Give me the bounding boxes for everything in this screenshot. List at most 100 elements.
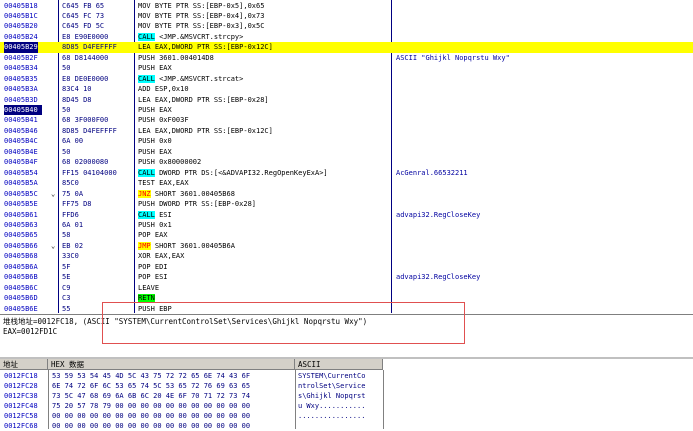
dump-address: 0012FC48 [4,402,38,410]
disasm-row[interactable]: 00405B5A 85C0 TEST EAX,EAX [0,178,693,188]
dump-address: 0012FC38 [4,392,38,400]
instruction-address: 00405B4E [4,147,38,156]
instruction-mnemonic: CALL [138,32,155,41]
column-header-hex[interactable]: HEX 数据 [48,359,295,370]
disasm-row[interactable]: 00405B6B 5E POP ESI advapi32.RegCloseKey [0,272,693,282]
disasm-row[interactable]: 00405B4E 50 PUSH EAX [0,147,693,157]
instruction-address: 00405B3D [4,95,38,104]
disasm-row[interactable]: 00405B20 C645 FD 5C MOV BYTE PTR SS:[EBP-0… [0,21,693,31]
instruction-text: PUSH 0xF003F [138,115,189,125]
instruction-bytes: 5E [62,273,71,282]
disasm-row[interactable]: 00405B5C ⌄ 75 0A JNZ SHORT 3601.00405B68 [0,189,693,199]
instruction-bytes: C645 FB 65 [62,1,105,10]
instruction-address: 00405B20 [4,22,38,31]
instruction-address: 00405B2F [4,53,38,62]
instruction-text: CALL DWORD PTR DS:[<&ADVAPI32.RegOpenKey… [138,168,328,178]
disasm-row[interactable]: 00405B34 50 PUSH EAX [0,63,693,73]
instruction-text: PUSH 0x1 [138,220,172,230]
instruction-operand: PUSH EAX [138,147,172,156]
disasm-row[interactable]: 00405B41 68 3F000F00 PUSH 0xF003F [0,115,693,125]
disasm-row[interactable]: 00405B4C 6A 00 PUSH 0x0 [0,136,693,146]
dump-row[interactable]: 0012FC68 00 00 00 00 00 00 00 00 00 00 00… [0,421,693,431]
dump-ascii: u Wxy........... [298,402,366,410]
instruction-address: 00405B68 [4,252,38,261]
disasm-row[interactable]: 00405B2F 68 D8144000 PUSH 3601.004014D8 ASC… [0,53,693,63]
instruction-text: POP ESI [138,272,168,282]
instruction-text: PUSH DWORD PTR SS:[EBP-0x28] [138,199,256,209]
disasm-row[interactable]: 00405B1C C645 FC 73 MOV BYTE PTR SS:[EBP-0… [0,11,693,21]
instruction-operand: LEA EAX,DWORD PTR SS:[EBP-0x12C] [138,126,273,135]
dump-row[interactable]: 0012FC58 00 00 00 00 00 00 00 00 00 00 00… [0,411,693,421]
disasm-row[interactable]: 00405B65 58 POP EAX [0,230,693,240]
column-header-address[interactable]: 地址 [0,359,48,370]
instruction-address: 00405B46 [4,126,38,135]
instruction-text: CALL <JMP.&MSVCRT.strcat> [138,74,243,84]
dump-hex: 00 00 00 00 00 00 00 00 00 00 00 00 00 0… [52,412,251,420]
instruction-text: MOV BYTE PTR SS:[EBP-0x5],0x65 [138,1,264,11]
instruction-bytes: FF15 04104000 [62,168,117,177]
instruction-bytes: 50 [62,147,71,156]
instruction-bytes: 5F [62,262,71,271]
disasm-row[interactable]: 00405B29 8D85 D4FEFFFF LEA EAX,DWORD PTR S… [0,42,693,53]
instruction-address: 00405B18 [4,1,38,10]
instruction-address: 00405B66 [4,241,38,250]
disasm-row[interactable]: 00405B6A 5F POP EDI [0,262,693,272]
disasm-row[interactable]: 00405B66 ⌄ EB 02 JMP SHORT 3601.00405B6A [0,241,693,251]
instruction-bytes: 6A 01 [62,220,84,229]
instruction-text: LEA EAX,DWORD PTR SS:[EBP-0x28] [138,95,269,105]
instruction-bytes: 50 [62,106,71,114]
dump-ascii: ntrolSet\Service [298,382,366,390]
instruction-address: 00405B6C [4,283,38,292]
disasm-row[interactable]: 00405B3D 8D45 D8 LEA EAX,DWORD PTR SS:[EBP… [0,95,693,105]
disasm-row[interactable]: 00405B3A 83C4 10 ADD ESP,0x10 [0,84,693,94]
instruction-text: ADD ESP,0x10 [138,84,189,94]
instruction-operand: <JMP.&MSVCRT.strcat> [154,74,244,83]
disasm-row[interactable]: 00405B61 FFD6 CALL ESI advapi32.RegCloseKey [0,210,693,220]
instruction-operand: PUSH 0xF003F [138,116,189,125]
instruction-bytes: 68 D8144000 [62,53,109,62]
dump-row[interactable]: 0012FC38 73 5C 47 68 69 6A 6B 6C 20 4E 6F… [0,391,693,401]
instruction-text: JMP SHORT 3601.00405B6A [138,241,235,251]
instruction-comment: advapi32.RegCloseKey [396,210,481,219]
instruction-text: MOV BYTE PTR SS:[EBP-0x3],0x5C [138,21,264,31]
instruction-bytes: 85C0 [62,179,79,188]
disassembly-pane[interactable]: 00405B18 C645 FB 65 MOV BYTE PTR SS:[EBP-0… [0,0,693,313]
instruction-address: 00405B41 [4,116,38,125]
instruction-operand: ESI [154,210,172,219]
instruction-text: XOR EAX,EAX [138,251,184,261]
disasm-row[interactable]: 00405B46 8D85 D4FEFFFF LEA EAX,DWORD PTR S… [0,126,693,136]
disasm-row[interactable]: 00405B40 50 PUSH EAX [0,105,693,116]
instruction-comment: AcGenral.66532211 [396,168,468,177]
instruction-address: 00405B5E [4,200,38,209]
disasm-row[interactable]: 00405B24 E8 E90E0000 CALL <JMP.&MSVCRT.str… [0,32,693,42]
jump-marker: ⌄ [51,241,56,250]
disasm-row[interactable]: 00405B35 E8 DE0E0000 CALL <JMP.&MSVCRT.str… [0,74,693,84]
disasm-row[interactable]: 00405B18 C645 FB 65 MOV BYTE PTR SS:[EBP-0… [0,1,693,11]
disasm-row[interactable]: 00405B63 6A 01 PUSH 0x1 [0,220,693,230]
dump-address: 0012FC28 [4,382,38,390]
dump-row[interactable]: 0012FC48 75 20 57 78 79 00 00 00 00 00 00… [0,401,693,411]
instruction-operand: LEA EAX,DWORD PTR SS:[EBP-0x12C] [138,43,273,52]
instruction-text: PUSH EAX [138,147,172,157]
instruction-text: CALL ESI [138,210,172,220]
instruction-mnemonic: CALL [138,210,155,219]
instruction-bytes: 8D85 D4FEFFFF [62,126,117,135]
disasm-row[interactable]: 00405B54 FF15 04104000 CALL DWORD PTR DS:[… [0,168,693,178]
disasm-row[interactable]: 00405B4F 68 02000080 PUSH 0x80000002 [0,157,693,167]
memory-dump-pane[interactable]: 地址 HEX 数据 ASCII 0012FC18 53 59 53 54 45 4… [0,357,693,431]
instruction-address: 00405B5A [4,179,38,188]
instruction-address: 00405B34 [4,64,38,73]
disasm-row[interactable]: 00405B68 33C0 XOR EAX,EAX [0,251,693,261]
instruction-bytes: 75 0A [62,189,84,198]
disasm-row[interactable]: 00405B5E FF75 D8 PUSH DWORD PTR SS:[EBP-0x… [0,199,693,209]
column-header-ascii[interactable]: ASCII [295,359,383,370]
instruction-address: 00405B3A [4,85,38,94]
dump-row[interactable]: 0012FC18 53 59 53 54 45 4D 5C 43 75 72 72… [0,371,693,381]
instruction-operand: POP EDI [138,262,168,271]
instruction-address: 00405B6B [4,273,38,282]
dump-address: 0012FC58 [4,412,38,420]
instruction-address: 00405B63 [4,220,38,229]
dump-address: 0012FC18 [4,372,38,380]
disasm-row[interactable]: 00405B6C C9 LEAVE [0,283,693,293]
dump-row[interactable]: 0012FC28 6E 74 72 6F 6C 53 65 74 5C 53 65… [0,381,693,391]
